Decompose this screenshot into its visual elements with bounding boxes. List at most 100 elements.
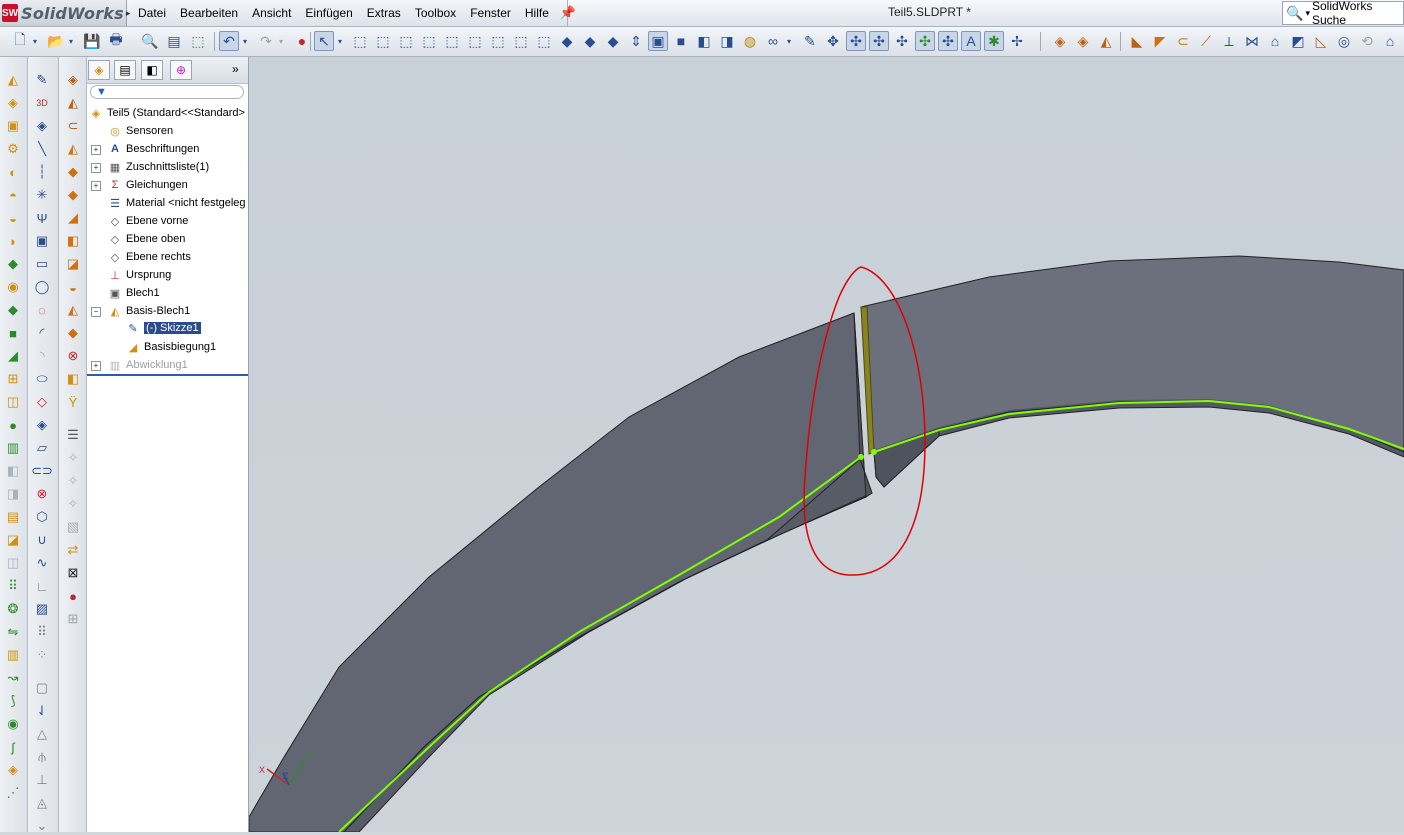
dimxpert-tab-icon[interactable]: ⊕ [170,60,192,80]
sm-extrude-icon[interactable]: ◭ [64,301,82,319]
flex-icon[interactable]: ▥ [4,439,22,457]
sm-lofted-bend-icon[interactable]: ◭ [64,94,82,112]
sm-jog-icon[interactable]: ◭ [64,140,82,158]
redo-dropdown-icon[interactable]: ▾ [276,31,286,51]
menu-datei[interactable]: Datei [131,6,173,20]
fill-pattern-icon[interactable]: ⟆ [4,692,22,710]
expand-toggle[interactable]: + [91,145,101,155]
offset-icon[interactable]: ⊗ [33,485,51,503]
rebuild-traffic-light-icon[interactable]: ● [292,31,312,51]
tree-item-material[interactable]: ☰ Material <nicht festgeleg [108,194,245,212]
expand-toggle[interactable]: + [91,163,101,173]
tree-item-basis-blech1[interactable]: ◭ Basis-Blech1 [108,302,190,320]
new-dropdown-icon[interactable]: ▾ [30,31,40,51]
revolved-boss-icon[interactable]: ◈ [4,94,22,112]
magnifier-icon[interactable]: 🔍 [1286,5,1303,22]
undo-dropdown-icon[interactable]: ▾ [240,31,250,51]
reference-plane-icon[interactable]: ◈ [4,761,22,779]
sm-rip-icon[interactable]: ◧ [64,370,82,388]
menu-bearbeiten[interactable]: Bearbeiten [173,6,245,20]
hem-icon[interactable]: ⊂ [1173,31,1193,51]
perimeter-circle-icon[interactable]: ◌ [33,301,51,319]
hole-wizard-icon[interactable]: ◫ [4,393,22,411]
shaded-with-edges-icon[interactable]: ▣ [648,31,668,51]
grid-snap-icon[interactable]: ✣ [938,31,958,51]
point-icon[interactable]: ✳ [33,186,51,204]
search-dropdown-icon[interactable]: ▾ [1305,8,1310,19]
sm-expand-icon[interactable]: ⊞ [64,610,82,628]
sm-insert-bends-icon[interactable]: ✧ [64,495,82,513]
tree-item-zuschnittsliste[interactable]: ▦ Zuschnittsliste(1) [108,158,209,176]
fix-icon[interactable]: ⊥ [33,771,51,789]
view-right-icon[interactable]: ⬚ [419,31,439,51]
tree-item-ebene-vorne[interactable]: ◇ Ebene vorne [108,212,189,230]
polygon-icon[interactable]: ◇ [33,393,51,411]
new-document-icon[interactable]: 🗋 [10,31,30,51]
sketch-endpoint[interactable] [858,454,864,460]
center-rectangle-icon[interactable]: ▣ [33,232,51,250]
shaded-icon[interactable]: ■ [671,31,691,51]
linear-pattern-icon[interactable]: ⠿ [4,577,22,595]
sm-base-flange-icon[interactable]: ◈ [64,71,82,89]
sm-cross-break-icon[interactable]: ◆ [64,186,82,204]
menu-hilfe[interactable]: Hilfe [518,6,556,20]
tree-item-blech1[interactable]: ▣ Blech1 [108,284,160,302]
mirror-icon[interactable]: ⇋ [4,623,22,641]
open-dropdown-icon[interactable]: ▾ [66,31,76,51]
fillet-icon[interactable]: ◉ [4,278,22,296]
split-line-icon[interactable]: ◪ [4,531,22,549]
point-snap-icon[interactable]: ✱ [984,31,1004,51]
move-entities-icon[interactable]: ⇃ [33,702,51,720]
tree-item-ebene-rechts[interactable]: ◇ Ebene rechts [108,248,191,266]
tree-item-gleichungen[interactable]: Σ Gleichungen [108,176,188,194]
hexagon-icon[interactable]: ⬡ [33,508,51,526]
display-relations-icon[interactable]: ✣ [892,31,912,51]
miter-flange-icon[interactable]: ◤ [1150,31,1170,51]
unfold-icon[interactable]: ⟲ [1357,31,1377,51]
sm-flatten-icon[interactable]: ✧ [64,472,82,490]
view-front-icon[interactable]: ⬚ [350,31,370,51]
base-flange-tool-icon[interactable]: ◈ [1050,31,1070,51]
intersection-curve-icon[interactable]: ◫ [4,554,22,572]
wrap-icon[interactable]: ▤ [4,508,22,526]
more-chevron-icon[interactable]: ⌄ [33,817,51,835]
tree-item-ursprung[interactable]: ⊥ Ursprung [108,266,171,284]
centerline-icon[interactable]: ┆ [33,163,51,181]
expand-toggle[interactable]: + [91,361,101,371]
propertymanager-tab-icon[interactable]: ▤ [114,60,136,80]
pin-icon[interactable]: 📌 [560,5,576,21]
view-dimetric-icon[interactable]: ⬚ [534,31,554,51]
sm-miter-icon[interactable]: ◢ [64,209,82,227]
view-back-icon[interactable]: ⬚ [373,31,393,51]
sketch-fillet-icon[interactable]: Ψ [33,209,51,227]
boundary-boss-icon[interactable]: ◐ [4,163,22,181]
parabola-icon[interactable]: ∪ [33,531,51,549]
corner-relief-icon[interactable]: ◎ [1334,31,1354,51]
helix-icon[interactable]: ◉ [4,715,22,733]
line-icon[interactable]: ╲ [33,140,51,158]
tree-item-part[interactable]: ◈ Teil5 (Standard<<Standard> [89,104,245,122]
view-trimetric-icon[interactable]: ⬚ [511,31,531,51]
view-bottom-icon[interactable]: ⬚ [465,31,485,51]
rib-icon[interactable]: ■ [4,324,22,342]
angle-snap-icon[interactable]: A [961,31,981,51]
undo-icon[interactable]: ↶ [219,31,239,51]
edge-flange-icon[interactable]: ◣ [1127,31,1147,51]
view-settings-icon[interactable]: ∞ [763,31,783,51]
axis-arrow-icon[interactable]: ⇕ [626,31,646,51]
hidden-lines-icon[interactable]: ◨ [717,31,737,51]
sm-hem-icon[interactable]: ⊂ [64,117,82,135]
tree-item-ebene-oben[interactable]: ◇ Ebene oben [108,230,186,248]
view-settings-dropdown-icon[interactable]: ▾ [784,31,794,51]
sketch-tool-icon[interactable]: ✎ [33,71,51,89]
two-view-icon[interactable]: ◆ [603,31,623,51]
relations-icon[interactable]: ✣ [869,31,889,51]
circle-icon[interactable]: ◯ [33,278,51,296]
select-dropdown-icon[interactable]: ▾ [335,31,345,51]
smart-dimension-icon[interactable]: ◈ [33,117,51,135]
lofted-cut-icon[interactable]: ◆ [4,255,22,273]
convert-to-sheetmetal-icon[interactable]: ◈ [1073,31,1093,51]
indent-icon[interactable]: ◨ [4,485,22,503]
rectangle-icon[interactable]: ▭ [33,255,51,273]
rollback-bar[interactable] [87,374,248,376]
